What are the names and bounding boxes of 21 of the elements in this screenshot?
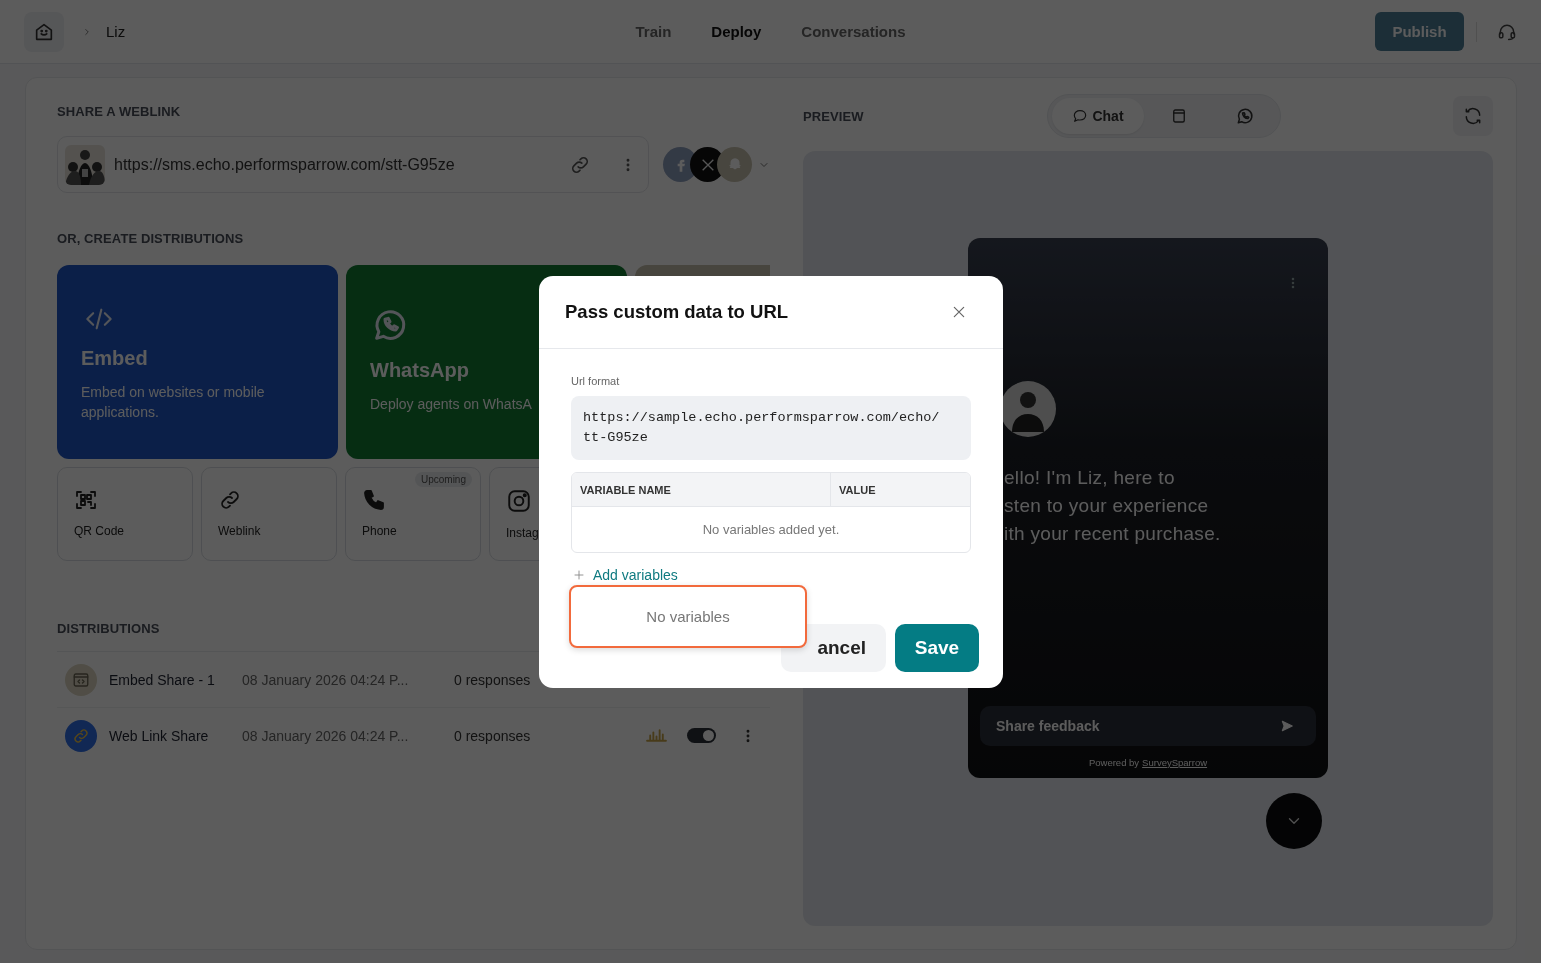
card-label: Instag bbox=[506, 526, 540, 540]
section-heading: DISTRIBUTIONS bbox=[57, 621, 161, 636]
column-header: VARIABLE NAME bbox=[572, 473, 831, 506]
powered-by-text: Powered by bbox=[1088, 756, 1140, 768]
card-label: QR Code bbox=[74, 524, 126, 538]
url-format-field: https://sample.echo.performsparrow.com/echo/ tt-G95ze bbox=[571, 396, 971, 460]
response-count: 0 responses bbox=[454, 671, 532, 688]
card-description: Embed on websites or mobile applications. bbox=[81, 383, 265, 422]
empty-message: No variables added yet. bbox=[702, 522, 840, 537]
card-description: Deploy agents on WhatsA bbox=[370, 395, 532, 414]
section-heading: PREVIEW bbox=[803, 108, 865, 124]
card-label: Weblink bbox=[218, 524, 262, 538]
column-header: VALUE bbox=[838, 482, 876, 498]
section-heading: SHARE A WEBLINK bbox=[57, 104, 182, 119]
card-title: WhatsApp bbox=[370, 359, 469, 382]
card-label: Phone bbox=[362, 524, 398, 538]
card-title: Embed bbox=[81, 347, 148, 370]
section-heading: OR, CREATE DISTRIBUTIONS bbox=[57, 231, 245, 246]
response-count: 0 responses bbox=[454, 727, 532, 744]
field-label: Url format bbox=[571, 375, 621, 387]
greeting-message: ello! I'm Liz, here to sten to your experience ith your recent purchase. bbox=[1004, 466, 1222, 546]
